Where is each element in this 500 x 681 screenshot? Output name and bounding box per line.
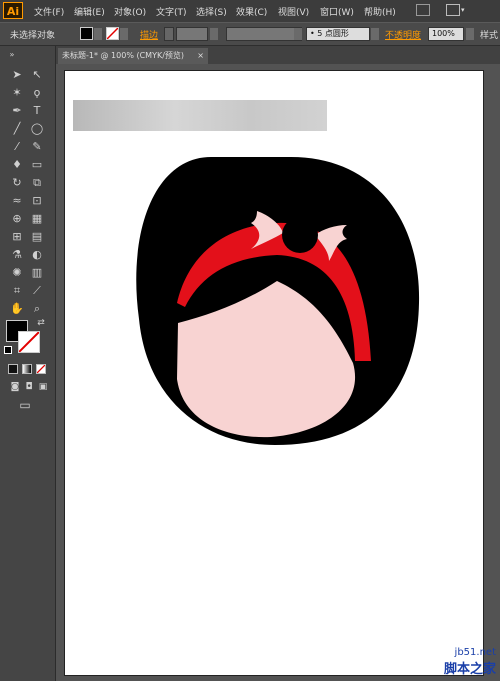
lasso-tool-icon[interactable]: ϙ [30, 86, 44, 100]
tools-panel: » ➤ ↖ ✶ ϙ ✒ T ╱ ◯ ⁄ ✎ ♦ ▭ ↻ ⧉ ≈ ⊡ ⊕ ▦ ⊞ … [0, 46, 56, 681]
cartoon-head-artwork [136, 157, 420, 445]
fill-dropdown[interactable] [94, 28, 102, 40]
menu-object[interactable]: 对象(O) [114, 5, 146, 18]
pen-tool-icon[interactable]: ✒ [10, 104, 24, 118]
bow-knot-shape[interactable] [282, 217, 318, 253]
stroke-label[interactable]: 描边 [140, 28, 158, 41]
stroke-color-box[interactable] [18, 331, 40, 353]
watermark-url: jb51.net [454, 647, 496, 658]
line-segment-tool-icon[interactable]: ╱ [10, 122, 24, 136]
brush-value: 5 点圆形 [317, 29, 349, 38]
change-screen-mode-icon[interactable]: ▭ [18, 398, 32, 412]
paintbrush-tool-icon[interactable]: ⁄ [10, 140, 24, 154]
rotate-tool-icon[interactable]: ↻ [10, 176, 24, 190]
opacity-dropdown[interactable] [466, 28, 474, 40]
type-tool-icon[interactable]: T [30, 104, 44, 118]
column-graph-tool-icon[interactable]: ▥ [30, 266, 44, 280]
chevron-down-icon[interactable]: ▾ [461, 6, 465, 14]
default-colors-icon[interactable] [4, 346, 12, 354]
app-logo: Ai [3, 2, 23, 19]
slice-tool-icon[interactable]: ⟋ [30, 284, 44, 298]
mesh-tool-icon[interactable]: ⊞ [10, 230, 24, 244]
menu-view[interactable]: 视图(V) [278, 5, 309, 18]
variable-width-profile[interactable] [226, 27, 302, 41]
menu-edit[interactable]: 编辑(E) [74, 5, 105, 18]
opacity-label[interactable]: 不透明度 [385, 28, 421, 41]
none-slash-icon [36, 364, 46, 374]
no-stroke-icon [18, 331, 40, 353]
stroke-weight-dropdown[interactable] [210, 28, 218, 40]
profile-dropdown[interactable] [294, 28, 302, 40]
stroke-weight-field[interactable] [176, 27, 208, 41]
swap-colors-icon[interactable]: ⇄ [34, 316, 48, 330]
eraser-tool-icon[interactable]: ▭ [30, 158, 44, 172]
blend-tool-icon[interactable]: ◐ [30, 248, 44, 262]
no-stroke-icon [107, 28, 118, 39]
document-tab[interactable]: 未标题-1* @ 100% (CMYK/预览) × [58, 48, 208, 64]
gradient-mode-icon[interactable] [22, 364, 32, 374]
selection-tool-icon[interactable]: ➤ [10, 68, 24, 82]
direct-selection-tool-icon[interactable]: ↖ [30, 68, 44, 82]
brush-definition-field[interactable]: • 5 点圆形 [306, 27, 370, 41]
none-mode-icon[interactable] [36, 364, 46, 374]
document-tab-title: 未标题-1* @ 100% (CMYK/预览) [62, 51, 185, 60]
artboard[interactable] [64, 70, 484, 676]
menu-window[interactable]: 窗口(W) [320, 5, 354, 18]
shape-builder-tool-icon[interactable]: ⊕ [10, 212, 24, 226]
draw-inside-icon[interactable]: ▣ [36, 380, 50, 394]
brush-dropdown[interactable] [371, 28, 379, 40]
hand-tool-icon[interactable]: ✋ [10, 302, 24, 316]
menu-type[interactable]: 文字(T) [156, 5, 187, 18]
width-tool-icon[interactable]: ≈ [10, 194, 24, 208]
bridge-icon[interactable] [416, 4, 430, 16]
symbol-sprayer-tool-icon[interactable]: ✺ [10, 266, 24, 280]
collapse-panel-icon[interactable]: » [2, 48, 22, 62]
stroke-weight-stepper[interactable] [164, 27, 174, 41]
ellipse-tool-icon[interactable]: ◯ [30, 122, 44, 136]
menu-bar: Ai 文件(F) 编辑(E) 对象(O) 文字(T) 选择(S) 效果(C) 视… [0, 0, 500, 22]
selection-status: 未选择对象 [10, 31, 56, 41]
eyedropper-tool-icon[interactable]: ⚗ [10, 248, 24, 262]
menu-effect[interactable]: 效果(C) [236, 5, 267, 18]
zoom-tool-icon[interactable]: ⌕ [30, 302, 44, 316]
draw-normal-icon[interactable]: ◙ [8, 380, 22, 394]
scale-tool-icon[interactable]: ⧉ [30, 176, 44, 190]
gradient-tool-icon[interactable]: ▤ [30, 230, 44, 244]
style-label: 样式 [480, 31, 499, 41]
document-tab-bar: 未标题-1* @ 100% (CMYK/预览) × [56, 46, 500, 64]
stroke-dropdown[interactable] [120, 28, 128, 40]
opacity-field[interactable]: 100% [428, 27, 464, 41]
stroke-swatch[interactable] [106, 27, 119, 40]
artboard-tool-icon[interactable]: ⌗ [10, 284, 24, 298]
brush-dot-icon: • [310, 29, 315, 38]
watermark: jb51.net 脚本之家 [444, 647, 496, 677]
perspective-grid-tool-icon[interactable]: ▦ [30, 212, 44, 226]
fill-swatch[interactable] [80, 27, 93, 40]
close-tab-icon[interactable]: × [197, 48, 204, 64]
menu-help[interactable]: 帮助(H) [364, 5, 396, 18]
color-mode-icon[interactable] [8, 364, 18, 374]
free-transform-tool-icon[interactable]: ⊡ [30, 194, 44, 208]
menu-file[interactable]: 文件(F) [34, 5, 64, 18]
draw-behind-icon[interactable]: ◘ [22, 380, 36, 394]
arrange-documents-icon[interactable] [446, 4, 460, 16]
control-bar: 未选择对象 描边 • 5 点圆形 不透明度 100% 样式 [0, 22, 500, 46]
pencil-tool-icon[interactable]: ✎ [30, 140, 44, 154]
magic-wand-tool-icon[interactable]: ✶ [10, 86, 24, 100]
canvas-area[interactable]: jb51.net 脚本之家 [56, 64, 500, 681]
menu-select[interactable]: 选择(S) [196, 5, 227, 18]
watermark-name: 脚本之家 [443, 662, 496, 677]
blob-brush-tool-icon[interactable]: ♦ [10, 158, 24, 172]
